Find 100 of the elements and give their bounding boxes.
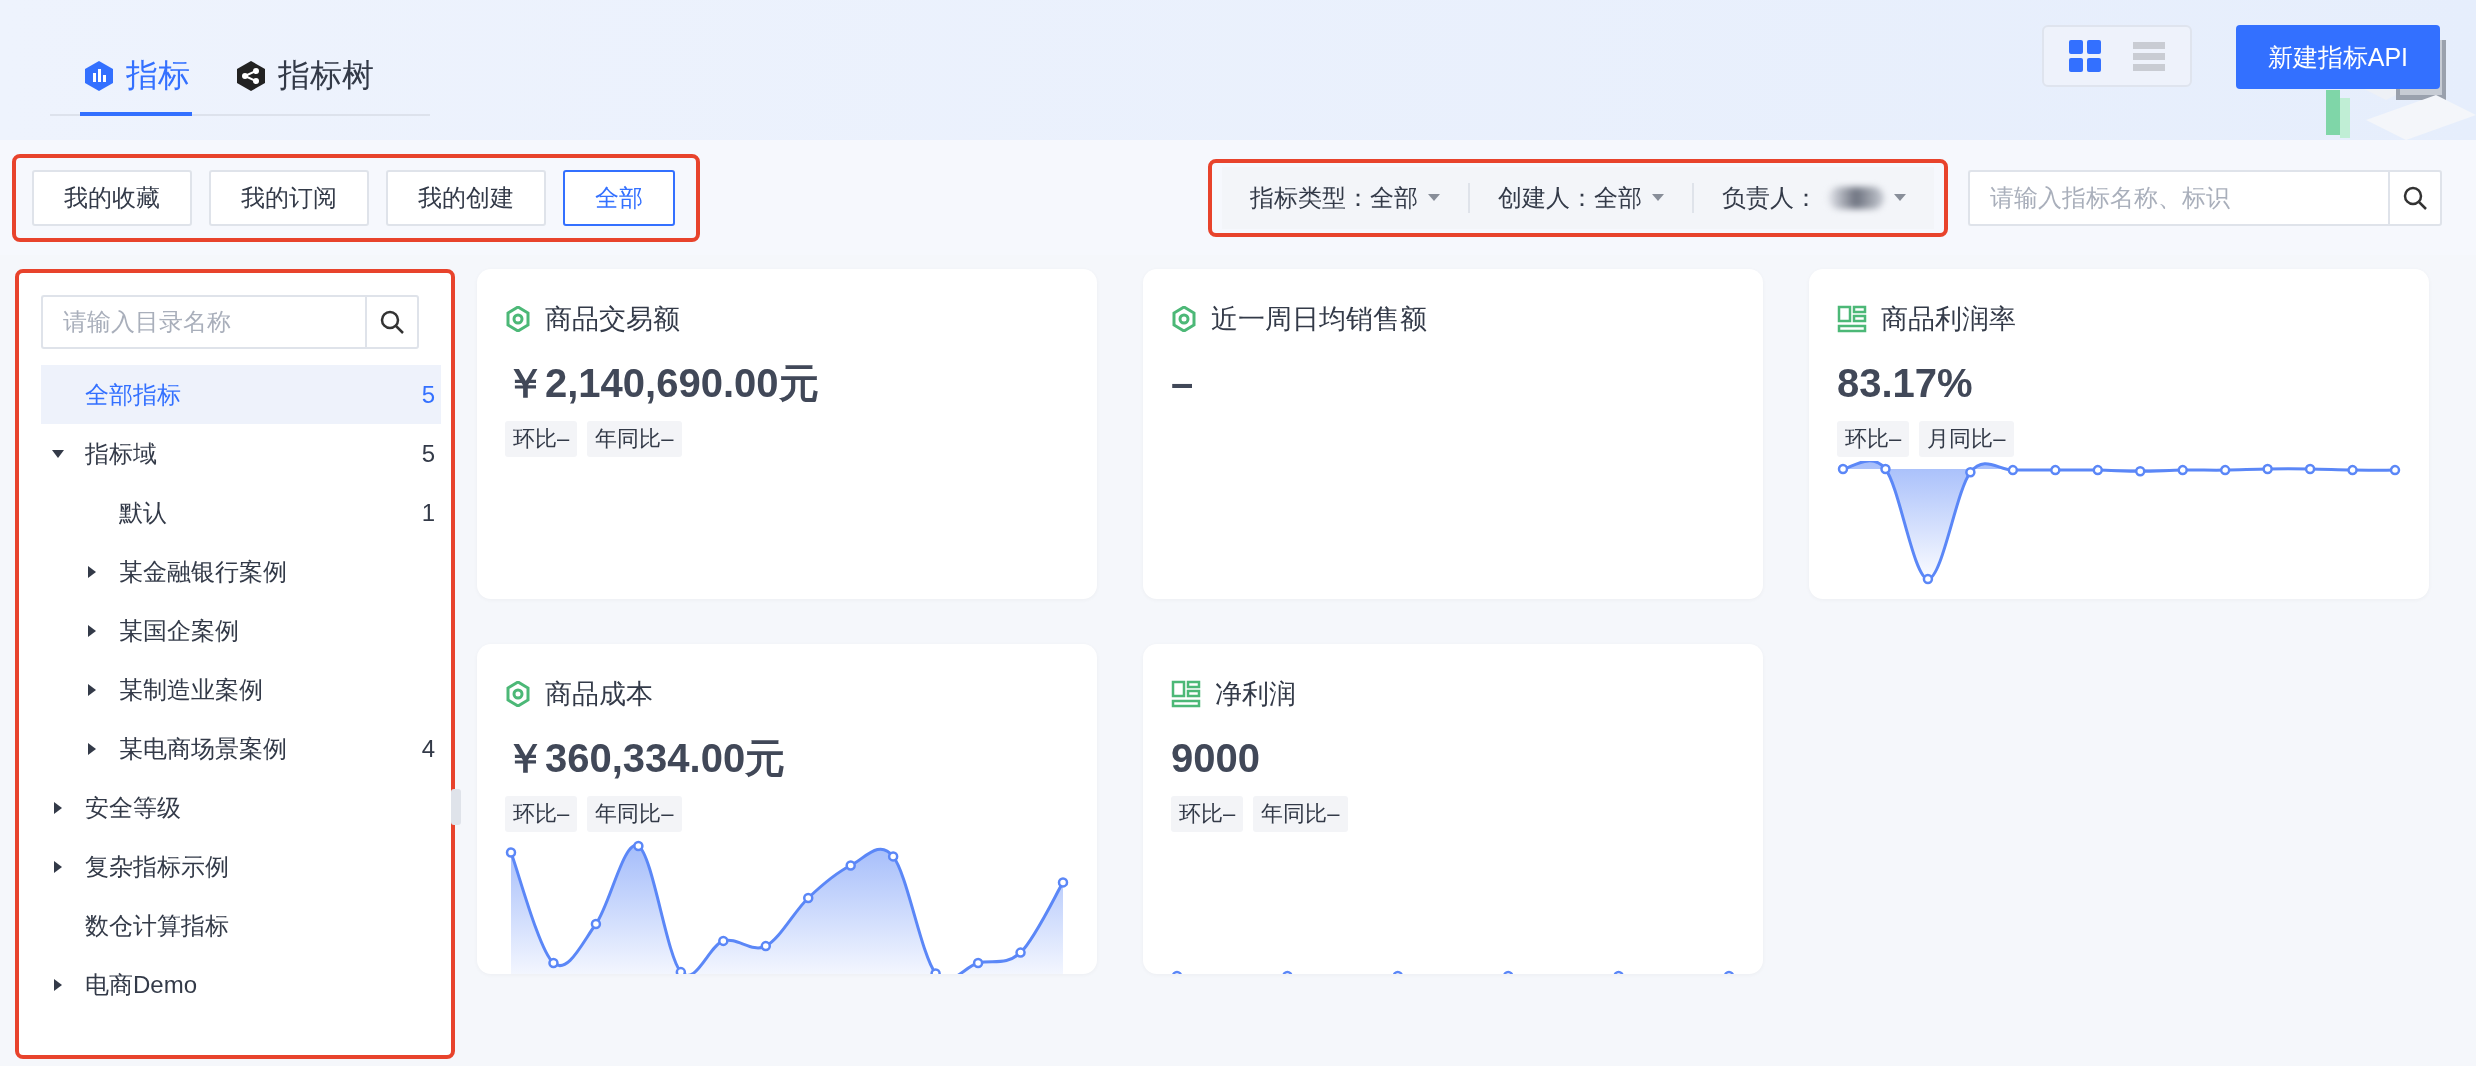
search-icon <box>2402 184 2428 211</box>
tree-item-label: 某国企案例 <box>119 615 240 646</box>
search-icon <box>379 309 405 335</box>
search-button[interactable] <box>2388 169 2442 226</box>
tree-item-label: 指标域 <box>85 438 158 469</box>
tree-item[interactable]: 安全等级 <box>41 778 441 837</box>
data-point <box>2389 464 2401 476</box>
filter-dropdown[interactable]: 指标类型：全部 <box>1222 182 1468 213</box>
card-title: 商品成本 <box>545 678 653 711</box>
scope-button[interactable]: 我的收藏 <box>32 169 192 226</box>
comparison-tag: 年同比– <box>587 796 682 832</box>
tree-item-label: 默认 <box>119 497 168 528</box>
filter-dropdown[interactable]: 负责人： <box>1692 182 1934 213</box>
data-point <box>548 957 559 969</box>
data-point <box>1723 970 1735 974</box>
data-point <box>2219 464 2231 476</box>
data-point <box>1392 970 1404 974</box>
data-point <box>633 840 644 852</box>
metric-card[interactable]: 净利润 9000 环比– 年同比– <box>1143 644 1763 974</box>
tree-item-label: 某电商场景案例 <box>119 733 288 764</box>
tree-item[interactable]: 某国企案例 <box>41 601 441 660</box>
tree-item-label: 安全等级 <box>85 792 182 823</box>
item-count: 4 <box>421 734 435 763</box>
dropdown-caret-icon <box>1894 193 1906 202</box>
tree-item[interactable]: 复杂指标示例 <box>41 837 441 896</box>
metric-card[interactable]: 近一周日均销售额 – <box>1143 269 1763 599</box>
data-point <box>2007 464 2019 476</box>
tree-item[interactable]: 数仓计算指标 <box>41 896 441 955</box>
tree-icon <box>234 59 268 93</box>
gear-icon <box>505 681 531 707</box>
tree-item-label: 某制造业案例 <box>119 674 264 705</box>
dropdown-caret-icon <box>1652 193 1664 202</box>
tree-item[interactable]: 电商Demo <box>41 955 441 1014</box>
tree-item-label: 复杂指标示例 <box>85 851 230 882</box>
grid-view-icon[interactable] <box>2067 39 2102 73</box>
tree-item[interactable]: 某金融银行案例 <box>41 542 441 601</box>
tree-item[interactable]: 指标域 5 <box>41 424 441 483</box>
filter-dropdown[interactable]: 创建人：全部 <box>1468 182 1692 213</box>
metric-card[interactable]: 商品成本 ￥360,334.00元 环比– 年同比– <box>477 644 1097 974</box>
data-point <box>930 968 941 974</box>
data-point <box>887 851 899 862</box>
item-count: 5 <box>421 439 435 468</box>
comparison-tag: 环比– <box>505 796 578 832</box>
data-point <box>2304 463 2316 475</box>
comparison-tag: 月同比– <box>1919 421 2014 457</box>
tree-item[interactable]: 默认 1 <box>41 483 441 542</box>
data-point <box>845 860 856 871</box>
tab[interactable]: 指标 <box>80 50 192 116</box>
search-field[interactable]: 请输入指标名称、标识 <box>1968 169 2388 226</box>
tree-item-label: 电商Demo <box>85 969 199 1000</box>
dropdown-caret-icon <box>1428 193 1440 202</box>
data-point <box>1015 947 1026 958</box>
data-point <box>1613 970 1624 974</box>
data-point <box>1965 467 1976 478</box>
data-point <box>590 918 602 930</box>
metric-card[interactable]: 商品交易额 ￥2,140,690.00元 环比– 年同比– <box>477 269 1097 599</box>
metric-value: ￥360,334.00元 <box>505 736 787 780</box>
data-point <box>972 957 984 969</box>
item-count: 5 <box>421 380 435 409</box>
data-point <box>760 940 771 952</box>
data-point <box>1282 970 1293 974</box>
card-title: 近一周日均销售额 <box>1211 303 1427 336</box>
data-point <box>1171 970 1183 974</box>
tree-item[interactable]: 某制造业案例 <box>41 660 441 719</box>
data-point <box>675 966 687 974</box>
scope-button[interactable]: 我的创建 <box>386 169 546 226</box>
metric-card[interactable]: 商品利润率 83.17% 环比– 月同比– <box>1809 269 2429 599</box>
tree-item-label: 某金融银行案例 <box>119 556 288 587</box>
data-point <box>2177 464 2188 476</box>
data-point <box>2092 464 2103 476</box>
tree-item-label: 全部指标 <box>85 379 182 410</box>
card-title: 净利润 <box>1215 678 1296 711</box>
data-point <box>718 935 729 947</box>
gear-icon <box>1171 306 1197 332</box>
data-point <box>2135 465 2146 477</box>
data-point <box>803 892 814 904</box>
scope-button[interactable]: 我的订阅 <box>209 169 369 226</box>
search-button[interactable] <box>365 295 419 349</box>
data-point <box>1922 573 1934 585</box>
comparison-tag: 环比– <box>1837 421 1910 457</box>
comparison-tag: 环比– <box>505 421 578 457</box>
comparison-tag: 年同比– <box>587 421 682 457</box>
data-point <box>1502 970 1514 974</box>
comparison-tag: 环比– <box>1171 796 1244 832</box>
tab[interactable]: 指标树 <box>232 50 376 116</box>
scope-button[interactable]: 全部 <box>563 169 675 226</box>
metric-value: ￥2,140,690.00元 <box>505 361 820 405</box>
data-point <box>505 847 517 858</box>
tree-item[interactable]: 某电商场景案例 4 <box>41 719 441 778</box>
tree-item[interactable]: 全部指标 5 <box>41 365 441 424</box>
resize-handle[interactable] <box>451 789 461 825</box>
data-point <box>2262 463 2273 475</box>
metric-value: 9000 <box>1171 736 1261 780</box>
card-title: 商品利润率 <box>1881 303 2016 336</box>
data-point <box>1057 877 1069 888</box>
gear-icon <box>505 306 531 332</box>
directory-search-field[interactable]: 请输入目录名称 <box>41 295 365 349</box>
tree-item-label: 数仓计算指标 <box>85 910 230 941</box>
create-api-button[interactable]: 新建指标API <box>2235 25 2440 89</box>
layout-icon <box>1171 680 1201 708</box>
